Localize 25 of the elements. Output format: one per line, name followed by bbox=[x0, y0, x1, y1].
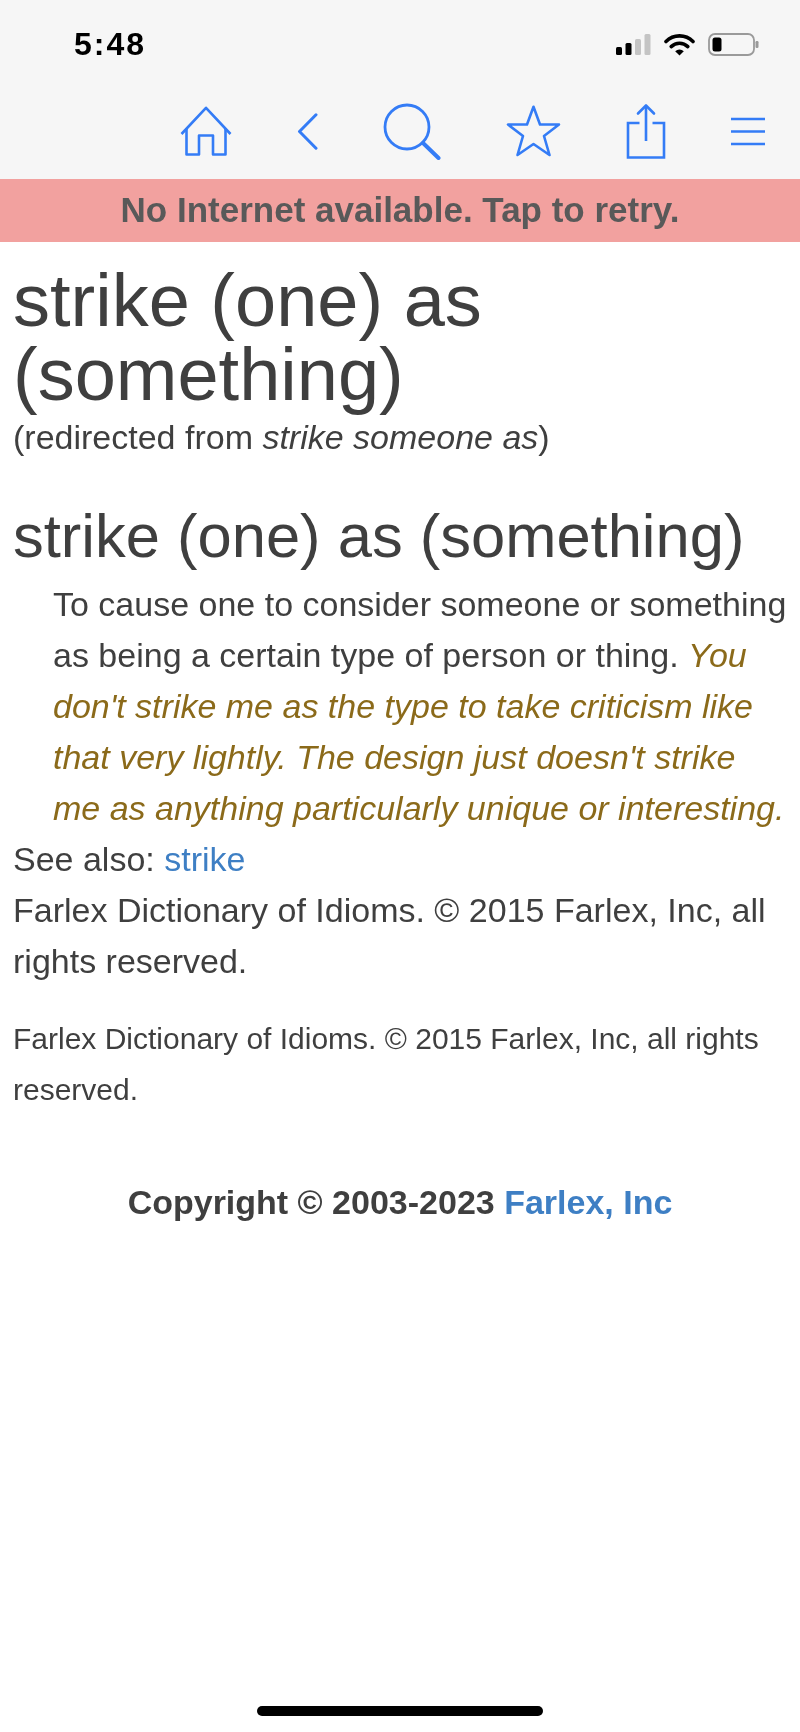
battery-icon bbox=[708, 32, 759, 56]
see-also-text: See also: strike bbox=[13, 838, 247, 880]
home-button[interactable] bbox=[180, 106, 232, 156]
status-time: 5:48 bbox=[74, 26, 147, 62]
offline-banner[interactable]: No Internet available. Tap to retry. bbox=[0, 179, 800, 242]
source-text: Farlex Dictionary of Idioms. © 2015 Farlex, Inc, all rights reserved. bbox=[13, 889, 767, 982]
definition-text: To cause one to consider someone or something as being a certain type of person or thing. You don't strike me as the type to take criticism like that very lightly. The design just doesn't strike me as anything particularly unique or interesting. bbox=[53, 583, 788, 829]
menu-icon bbox=[731, 116, 765, 146]
back-icon bbox=[297, 112, 318, 150]
share-button[interactable] bbox=[626, 103, 666, 159]
home-icon bbox=[180, 106, 232, 156]
search-icon bbox=[383, 102, 441, 160]
signal-icon bbox=[616, 33, 651, 55]
copyright-text: Copyright © 2003-2023 Farlex, Inc bbox=[126, 1182, 674, 1223]
farlex-link[interactable]: Farlex, Inc bbox=[504, 1183, 673, 1221]
star-icon bbox=[506, 105, 561, 157]
star-button[interactable] bbox=[506, 105, 561, 157]
strike-link[interactable]: strike bbox=[164, 839, 246, 878]
source-note: Farlex Dictionary of Idioms. © 2015 Farlex, Inc, all rights reserved. bbox=[13, 1020, 760, 1108]
back-button[interactable] bbox=[297, 112, 318, 150]
redirect-note: (redirected from strike someone as) bbox=[13, 417, 551, 457]
wifi-icon bbox=[664, 32, 695, 56]
share-icon bbox=[626, 103, 666, 159]
menu-button[interactable] bbox=[731, 116, 765, 146]
search-button[interactable] bbox=[383, 102, 441, 160]
